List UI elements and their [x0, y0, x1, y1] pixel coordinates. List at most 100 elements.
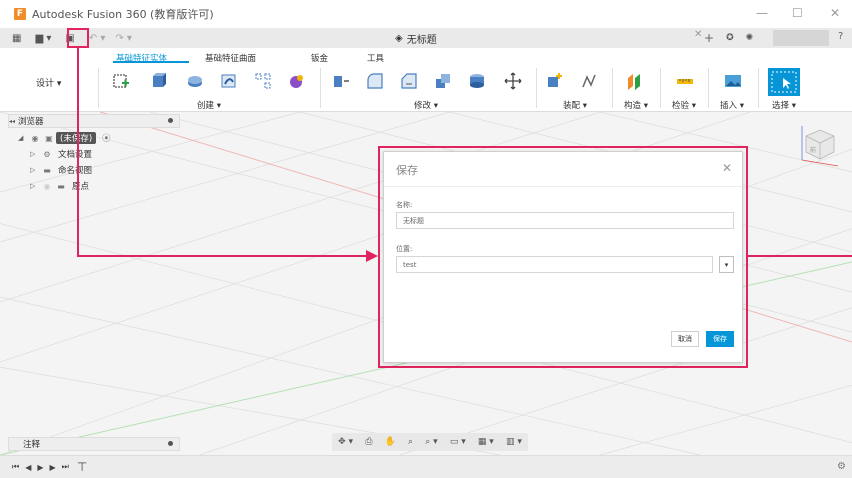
shell-icon[interactable] — [434, 72, 452, 90]
close-icon[interactable]: ✕ — [722, 161, 732, 175]
select-group-label[interactable]: 选择 ▾ — [772, 99, 796, 111]
comments-add-icon[interactable] — [168, 441, 173, 446]
folder-icon: ▬ — [43, 165, 51, 175]
orbit-icon[interactable]: ✥ ▾ — [338, 437, 353, 447]
document-cube-icon: ◈ — [395, 33, 403, 44]
inspect-group-label[interactable]: 检验 ▾ — [672, 99, 696, 111]
tab-tools[interactable]: 工具 — [367, 52, 384, 64]
browser-panel-header[interactable]: ◂◂ 浏览器 — [8, 114, 180, 128]
zoom-icon[interactable]: ⌕ — [408, 437, 413, 447]
ribbon-divider — [758, 68, 759, 108]
minimize-button[interactable]: — — [756, 6, 768, 20]
tree-item-label: 命名视图 — [58, 166, 93, 176]
location-dropdown-button[interactable]: ▾ — [719, 256, 734, 273]
create-group-label[interactable]: 创建 ▾ — [197, 99, 221, 111]
select-icon[interactable] — [768, 68, 800, 96]
expand-arrow-icon[interactable]: ▷ — [30, 150, 40, 158]
notifications-icon[interactable]: ✺ — [746, 33, 754, 43]
joint-icon[interactable] — [580, 72, 598, 90]
timeline-play-icon[interactable]: ▶ — [37, 463, 43, 472]
viewcube-face-label: 前 — [810, 146, 816, 154]
new-component-icon[interactable] — [546, 72, 564, 90]
fusion-logo-icon: F — [14, 8, 26, 20]
browser-item-origin[interactable]: ▷ ◉ ▬ 原点 — [30, 179, 89, 193]
timeline-marker-icon[interactable]: ⊤ — [77, 460, 87, 474]
timeline-start-icon[interactable]: ⏮ — [12, 462, 19, 472]
press-pull-icon[interactable] — [332, 72, 350, 90]
measure-icon[interactable] — [676, 72, 694, 90]
expand-arrow-icon[interactable]: ▷ — [30, 182, 40, 190]
assemble-group-label[interactable]: 装配 ▾ — [563, 99, 587, 111]
panel-pin-icon[interactable] — [168, 118, 173, 123]
construct-group-label[interactable]: 构造 ▾ — [624, 99, 648, 111]
component-icon: ▣ — [45, 133, 53, 143]
maximize-button[interactable]: ☐ — [792, 6, 803, 20]
name-input[interactable]: 无标题 — [396, 212, 734, 229]
workspace-selector[interactable]: 设计 ▾ — [36, 76, 61, 89]
view-cube[interactable]: 前 — [796, 122, 842, 168]
revolve-icon[interactable] — [186, 72, 204, 90]
fit-icon[interactable]: ⌕ ▾ — [425, 437, 437, 447]
dialog-divider — [384, 186, 742, 187]
viewports-icon[interactable]: ▥ ▾ — [506, 437, 522, 447]
ribbon-divider — [708, 68, 709, 108]
data-panel-icon[interactable]: ▦ — [12, 33, 21, 44]
dialog-title: 保存 — [396, 164, 418, 177]
insert-image-icon[interactable] — [724, 72, 742, 90]
ribbon-divider — [320, 68, 321, 108]
new-tab-icon[interactable]: + — [704, 31, 714, 45]
fillet-icon[interactable] — [366, 72, 384, 90]
expand-arrow-icon[interactable]: ▷ — [30, 166, 40, 174]
document-tab-title: 无标题 — [406, 35, 437, 46]
ribbon-divider — [98, 68, 99, 108]
document-tab[interactable]: ◈ 无标题 — [395, 31, 437, 46]
location-input[interactable]: test — [396, 256, 713, 273]
collapse-icon[interactable]: ◂◂ — [9, 118, 15, 125]
pan-icon[interactable]: ✋ — [385, 437, 396, 447]
move-icon[interactable] — [504, 72, 522, 90]
offset-plane-icon[interactable] — [626, 72, 644, 90]
file-menu-button[interactable]: ▆ ▾ — [35, 33, 51, 44]
folder-icon: ▬ — [57, 181, 65, 191]
form-icon[interactable] — [288, 72, 306, 90]
close-tab-icon[interactable]: ✕ — [694, 29, 702, 40]
undo-button[interactable]: ↶ ▾ — [89, 33, 106, 44]
sweep-icon[interactable] — [220, 72, 238, 90]
timeline-settings-icon[interactable]: ⚙ — [837, 461, 846, 472]
grid-settings-icon[interactable]: ▦ ▾ — [478, 437, 494, 447]
extensions-icon[interactable]: ✪ — [726, 33, 734, 43]
timeline-end-icon[interactable]: ⏭ — [62, 462, 69, 472]
title-bar: F Autodesk Fusion 360 (教育版许可) — ☐ ✕ — [0, 0, 852, 28]
close-window-button[interactable]: ✕ — [830, 6, 840, 20]
help-icon[interactable]: ? — [838, 31, 843, 42]
visibility-icon[interactable]: ◉ — [28, 134, 42, 143]
tab-surface[interactable]: 基础特征曲面 — [205, 52, 256, 64]
combine-icon[interactable] — [468, 72, 486, 90]
modify-group-label[interactable]: 修改 ▾ — [414, 99, 438, 111]
browser-item-named-views[interactable]: ▷ ▬ 命名视图 — [30, 163, 92, 177]
extrude-icon[interactable] — [150, 72, 168, 90]
active-tab-underline — [113, 61, 189, 63]
insert-group-label[interactable]: 插入 ▾ — [720, 99, 744, 111]
save-button[interactable]: 保存 — [706, 331, 734, 347]
tab-right-tools: + ✪ ✺ — [704, 28, 753, 48]
navigation-bar: ✥ ▾ ⎙ ✋ ⌕ ⌕ ▾ ▭ ▾ ▦ ▾ ▥ ▾ — [332, 433, 528, 451]
expand-arrow-icon[interactable]: ◢ — [18, 134, 28, 142]
cancel-button[interactable]: 取消 — [671, 331, 699, 347]
comments-panel-header[interactable]: 注释 — [8, 437, 180, 451]
display-settings-icon[interactable]: ▭ ▾ — [450, 437, 466, 447]
visibility-icon[interactable]: ◉ — [40, 182, 54, 191]
timeline-forward-icon[interactable]: ▶ — [50, 463, 56, 472]
browser-root[interactable]: ◢ ◉ ▣ (未保存) ⦿ — [18, 131, 111, 145]
timeline-back-icon[interactable]: ◀ — [25, 463, 31, 472]
activate-radio-icon[interactable]: ⦿ — [102, 132, 111, 144]
browser-item-document-settings[interactable]: ▷ ⚙ 文档设置 — [30, 147, 92, 161]
account-button[interactable] — [773, 30, 829, 46]
tab-sheet-metal[interactable]: 钣金 — [311, 52, 328, 64]
loft-icon[interactable] — [254, 72, 272, 90]
look-at-icon[interactable]: ⎙ — [365, 437, 372, 447]
chamfer-icon[interactable] — [400, 72, 418, 90]
create-sketch-icon[interactable] — [112, 72, 130, 90]
redo-button[interactable]: ↷ ▾ — [115, 33, 132, 44]
ribbon-divider — [660, 68, 661, 108]
